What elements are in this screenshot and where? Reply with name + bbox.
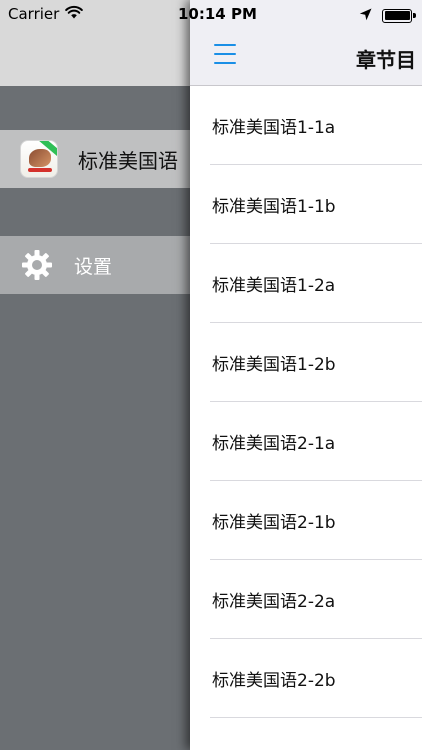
app-screen: 标准美国语 设置 章节目 标准美国语1-1a 标准美国语1-1b 标准美国语1-… [0,0,422,750]
chapter-list-item[interactable]: 标准美国语1-1b [190,165,422,244]
carrier-label: Carrier [8,5,60,23]
gear-icon [20,248,54,282]
chapter-list-item[interactable]: 标准美国语1-2a [190,244,422,323]
chapter-list-item[interactable]: 标准美国语2-2b [190,639,422,718]
chapter-list-item[interactable]: 标准美国语1-1a [190,86,422,165]
carrier-indicator: Carrier [8,5,84,23]
location-arrow-icon [359,6,372,25]
clock: 10:14 PM [178,5,257,23]
chapter-list-item[interactable]: 标准美国语1-2b [190,323,422,402]
app-icon [20,140,58,178]
drawer-item-app[interactable]: 标准美国语 [0,130,190,188]
hamburger-menu-icon[interactable] [214,44,240,64]
chapter-panel: 章节目 标准美国语1-1a 标准美国语1-1b 标准美国语1-2a 标准美国语1… [190,0,422,750]
chapter-list-item[interactable]: 标准美国语2-2a [190,560,422,639]
drawer-item-settings[interactable]: 设置 [0,236,190,294]
chapter-list-item[interactable]: 标准美国语2-1b [190,481,422,560]
drawer-app-label: 标准美国语 [78,148,178,173]
status-icons [359,6,416,25]
wifi-icon [65,5,84,23]
chapter-list: 标准美国语1-1a 标准美国语1-1b 标准美国语1-2a 标准美国语1-2b … [190,86,422,718]
status-bar: Carrier 10:14 PM [0,0,422,28]
chapter-list-item[interactable]: 标准美国语2-1a [190,402,422,481]
drawer-settings-label: 设置 [74,255,113,278]
battery-icon [382,8,416,23]
side-drawer: 标准美国语 设置 [0,0,190,750]
page-title: 章节目 [356,48,416,72]
